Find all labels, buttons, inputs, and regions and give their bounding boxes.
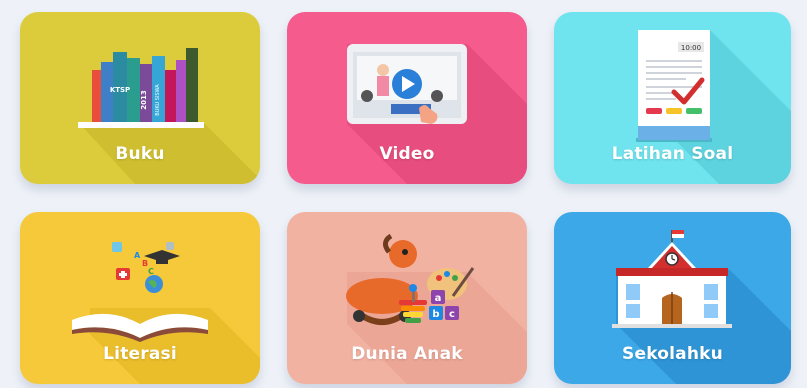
tile-label-video: Video (379, 144, 435, 164)
menu-grid: KTSP 2013 BUKU SISWA Buku Video 10:00 La… (0, 0, 807, 388)
literacy-letter-a: A (134, 251, 141, 260)
tile-sekolahku[interactable]: Sekolahku (554, 212, 791, 384)
block-letter-a: a (435, 293, 442, 304)
tile-label-buku: Buku (115, 144, 165, 164)
tile-label-sekolahku: Sekolahku (622, 344, 723, 364)
block-letter-b: b (432, 309, 439, 320)
tile-dunia-anak[interactable]: a b c Dunia Anak (287, 212, 527, 384)
tile-label-latihan-soal: Latihan Soal (611, 144, 734, 164)
tile-video[interactable]: Video (287, 12, 527, 184)
tile-label-dunia-anak: Dunia Anak (351, 344, 463, 364)
tile-buku[interactable]: KTSP 2013 BUKU SISWA Buku (20, 12, 260, 184)
block-letter-c: c (449, 309, 455, 320)
book-spine-2013: 2013 (140, 90, 148, 110)
tile-label-literasi: Literasi (103, 344, 177, 364)
book-spine-siswa: BUKU SISWA (155, 84, 161, 116)
tile-literasi[interactable]: A B C Literasi (20, 212, 260, 384)
exam-clock-text: 10:00 (681, 44, 701, 52)
book-spine-ktsp: KTSP (110, 86, 130, 94)
tile-latihan-soal[interactable]: 10:00 Latihan Soal (554, 12, 791, 184)
literacy-letter-c: C (148, 267, 154, 276)
